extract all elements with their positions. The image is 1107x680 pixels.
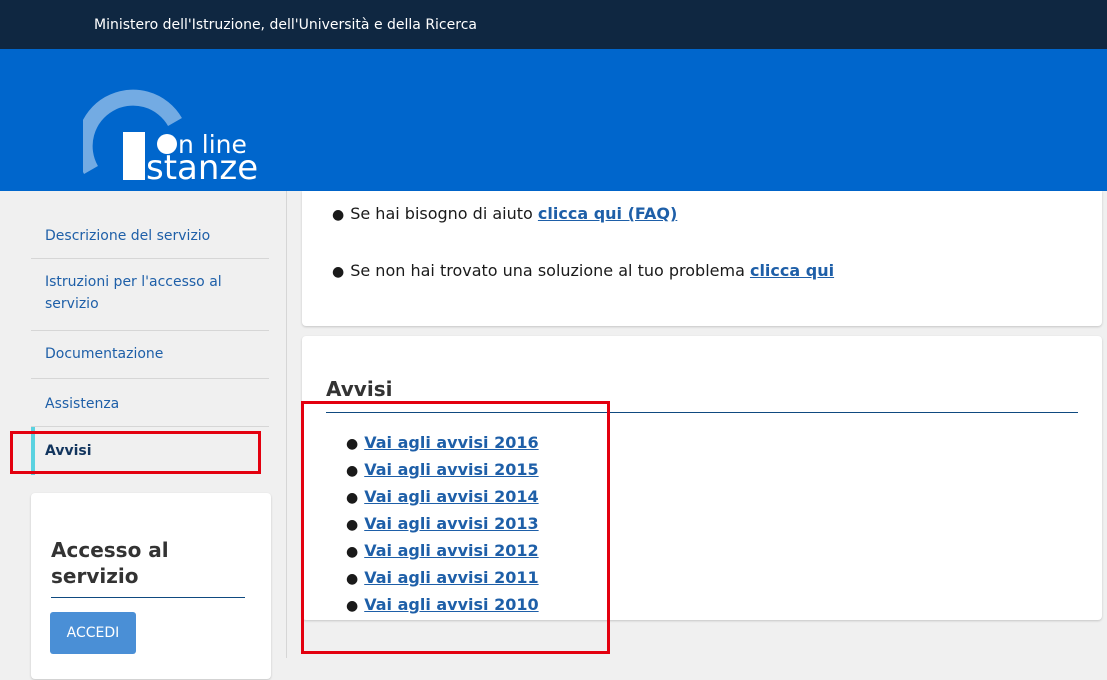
sidebar-item-avvisi[interactable]: Avvisi (31, 427, 269, 475)
list-item: ● Vai agli avvisi 2012 (346, 538, 539, 565)
bullet-icon: ● (346, 571, 359, 587)
sidebar-item-istruzioni[interactable]: Istruzioni per l'accesso al servizio (31, 259, 269, 331)
help-card: ● Se hai bisogno di aiuto clicca qui (FAQ… (302, 191, 1102, 326)
sidebar-item-descrizione[interactable]: Descrizione del servizio (31, 211, 269, 259)
list-item: ● Vai agli avvisi 2010 (346, 592, 539, 619)
accedi-button[interactable]: ACCEDI (50, 612, 136, 654)
sidebar-item-documentazione[interactable]: Documentazione (31, 331, 269, 379)
help-text: Se hai bisogno di aiuto (350, 204, 538, 223)
help-support-line: ● Se non hai trovato una soluzione al tuo… (332, 261, 834, 280)
istanze-online-logo[interactable]: n line stanze (83, 74, 283, 184)
avvisi-2015-link[interactable]: Vai agli avvisi 2015 (364, 460, 538, 479)
access-panel: Accesso al servizio ACCEDI (31, 493, 271, 679)
sidebar-item-label: Assistenza (45, 396, 120, 412)
help-text: Se non hai trovato una soluzione al tuo … (350, 261, 750, 280)
divider (51, 597, 245, 598)
sidebar-item-label: Descrizione del servizio (45, 228, 211, 244)
list-item: ● Vai agli avvisi 2013 (346, 511, 539, 538)
access-title-line: servizio (51, 564, 139, 588)
avvisi-card: Avvisi ● Vai agli avvisi 2016 ● Vai agli a… (302, 336, 1102, 620)
avvisi-2014-link[interactable]: Vai agli avvisi 2014 (364, 487, 538, 506)
access-title: Accesso al servizio (51, 537, 245, 589)
avvisi-2012-link[interactable]: Vai agli avvisi 2012 (364, 541, 538, 560)
sidebar-item-label: Avvisi (45, 443, 92, 459)
bullet-icon: ● (346, 436, 359, 452)
faq-link[interactable]: clicca qui (FAQ) (538, 204, 677, 223)
sidebar-item-assistenza[interactable]: Assistenza (31, 379, 269, 427)
access-title-line: Accesso al (51, 538, 169, 562)
sidebar-nav: Descrizione del servizio Istruzioni per … (31, 211, 269, 475)
avvisi-2010-link[interactable]: Vai agli avvisi 2010 (364, 595, 538, 614)
bullet-icon: ● (332, 207, 345, 223)
bullet-icon: ● (346, 544, 359, 560)
list-item: ● Vai agli avvisi 2011 (346, 565, 539, 592)
divider (326, 412, 1078, 413)
column-divider (286, 191, 287, 658)
avvisi-title: Avvisi (326, 377, 393, 401)
list-item: ● Vai agli avvisi 2015 (346, 457, 539, 484)
sidebar-item-label: Documentazione (45, 346, 164, 362)
bullet-icon: ● (332, 264, 345, 280)
avvisi-2016-link[interactable]: Vai agli avvisi 2016 (364, 433, 538, 452)
bullet-icon: ● (346, 517, 359, 533)
help-faq-line: ● Se hai bisogno di aiuto clicca qui (FAQ… (332, 204, 677, 223)
list-item: ● Vai agli avvisi 2016 (346, 430, 539, 457)
site-header: n line stanze (0, 49, 1107, 191)
avvisi-2013-link[interactable]: Vai agli avvisi 2013 (364, 514, 538, 533)
sidebar-item-label: servizio (45, 296, 99, 312)
ministry-name: Ministero dell'Istruzione, dell'Universi… (94, 17, 477, 33)
sidebar-item-label: Istruzioni per l'accesso al (45, 274, 222, 290)
avvisi-list: ● Vai agli avvisi 2016 ● Vai agli avvisi 2… (346, 430, 539, 619)
ministry-top-bar: Ministero dell'Istruzione, dell'Universi… (0, 0, 1107, 49)
bullet-icon: ● (346, 598, 359, 614)
list-item: ● Vai agli avvisi 2014 (346, 484, 539, 511)
bullet-icon: ● (346, 490, 359, 506)
logo-text-bottom: stanze (146, 148, 258, 184)
avvisi-2011-link[interactable]: Vai agli avvisi 2011 (364, 568, 538, 587)
bullet-icon: ● (346, 463, 359, 479)
support-link[interactable]: clicca qui (750, 261, 834, 280)
